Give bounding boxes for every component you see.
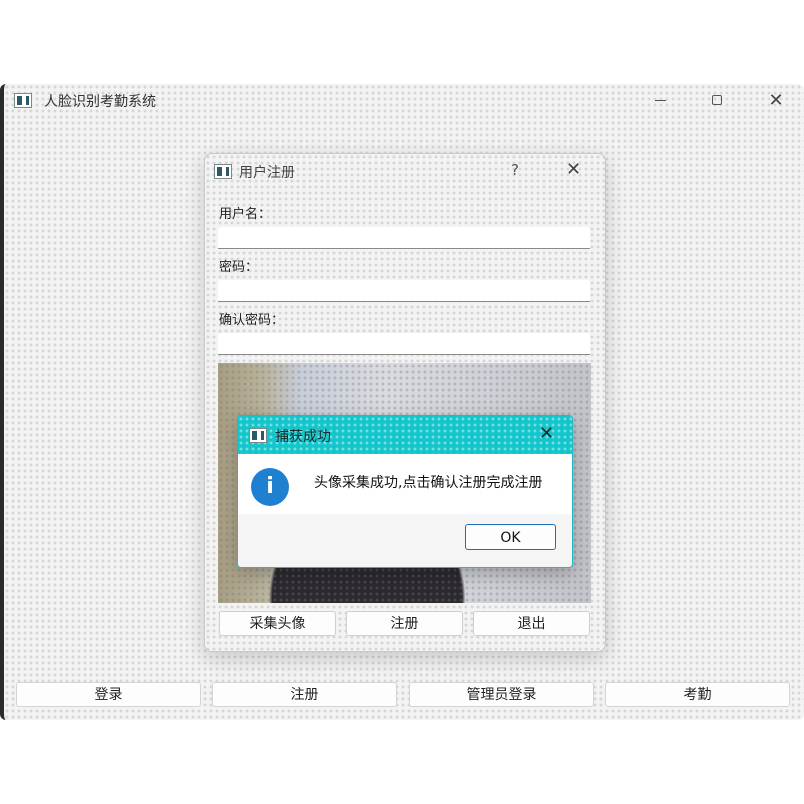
window-title: 人脸识别考勤系统 (44, 94, 156, 110)
minimize-icon (654, 99, 666, 101)
message-close-button[interactable]: ✕ (539, 423, 554, 444)
close-icon: ✕ (768, 89, 784, 111)
message-title: 捕获成功 (275, 429, 331, 445)
register-button[interactable]: 注册 (212, 682, 397, 707)
confirm-password-label: 确认密码： (219, 313, 285, 328)
maximize-icon (712, 95, 722, 105)
password-label: 密码： (219, 260, 259, 275)
register-dialog: 用户注册 ? ✕ 用户名： 密码： 确认密码： 采集头像 注册 退出 (204, 153, 606, 652)
username-input[interactable] (218, 227, 590, 249)
admin-login-button[interactable]: 管理员登录 (409, 682, 594, 707)
capture-success-dialog: 捕获成功 ✕ i 头像采集成功,点击确认注册完成注册 OK (237, 415, 573, 568)
dialog-title: 用户注册 (239, 165, 295, 181)
minimize-button[interactable] (640, 84, 680, 116)
username-label: 用户名： (219, 207, 272, 222)
confirm-password-input[interactable] (218, 333, 590, 355)
message-text: 头像采集成功,点击确认注册完成注册 (314, 475, 543, 491)
attendance-button[interactable]: 考勤 (605, 682, 790, 707)
message-app-icon (249, 428, 267, 443)
info-icon: i (251, 468, 289, 506)
submit-register-button[interactable]: 注册 (346, 611, 463, 636)
exit-button[interactable]: 退出 (473, 611, 590, 636)
dialog-close-button[interactable]: ✕ (566, 159, 581, 180)
ok-button[interactable]: OK (465, 524, 556, 550)
close-button[interactable]: ✕ (756, 84, 796, 116)
help-button[interactable]: ? (511, 161, 519, 179)
capture-avatar-button[interactable]: 采集头像 (219, 611, 336, 636)
login-button[interactable]: 登录 (16, 682, 201, 707)
app-icon (14, 93, 32, 108)
password-input[interactable] (218, 280, 590, 302)
dialog-app-icon (214, 164, 232, 179)
maximize-button[interactable] (697, 84, 737, 116)
